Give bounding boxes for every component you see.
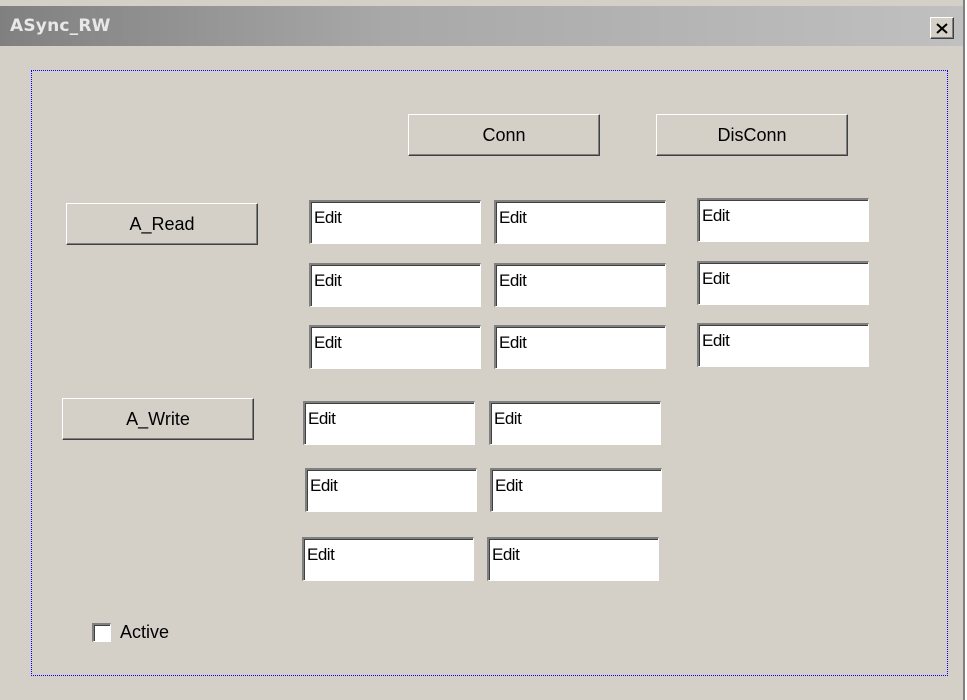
active-checkbox-row[interactable]: Active <box>92 622 169 643</box>
dialog-window: ASync_RW Conn DisConn A_Read Edit Edit E… <box>0 0 965 700</box>
read-edit-r2c3[interactable]: Edit <box>697 261 869 305</box>
read-edit-r3c3[interactable]: Edit <box>697 323 869 367</box>
focus-group-box <box>31 70 948 676</box>
write-edit-r2c1[interactable]: Edit <box>305 468 477 512</box>
read-edit-r1c2[interactable]: Edit <box>494 200 666 244</box>
read-edit-r3c1[interactable]: Edit <box>309 325 481 369</box>
read-edit-r2c2[interactable]: Edit <box>494 263 666 307</box>
a-write-button[interactable]: A_Write <box>62 398 254 440</box>
write-edit-r1c1[interactable]: Edit <box>303 401 475 445</box>
close-icon <box>936 22 948 34</box>
disconn-button[interactable]: DisConn <box>656 114 848 156</box>
window-title: ASync_RW <box>10 16 111 36</box>
read-edit-r3c2[interactable]: Edit <box>494 325 666 369</box>
write-edit-r3c1[interactable]: Edit <box>302 537 474 581</box>
read-edit-r1c3[interactable]: Edit <box>697 198 869 242</box>
read-edit-r2c1[interactable]: Edit <box>309 263 481 307</box>
active-checkbox[interactable] <box>92 623 111 642</box>
title-bar[interactable]: ASync_RW <box>0 6 963 46</box>
a-read-button[interactable]: A_Read <box>66 203 258 245</box>
conn-button[interactable]: Conn <box>408 114 600 156</box>
write-edit-r1c2[interactable]: Edit <box>489 401 661 445</box>
write-edit-r2c2[interactable]: Edit <box>490 468 662 512</box>
active-label: Active <box>120 622 170 642</box>
close-button[interactable] <box>930 17 954 39</box>
write-edit-r3c2[interactable]: Edit <box>487 537 659 581</box>
read-edit-r1c1[interactable]: Edit <box>309 200 481 244</box>
